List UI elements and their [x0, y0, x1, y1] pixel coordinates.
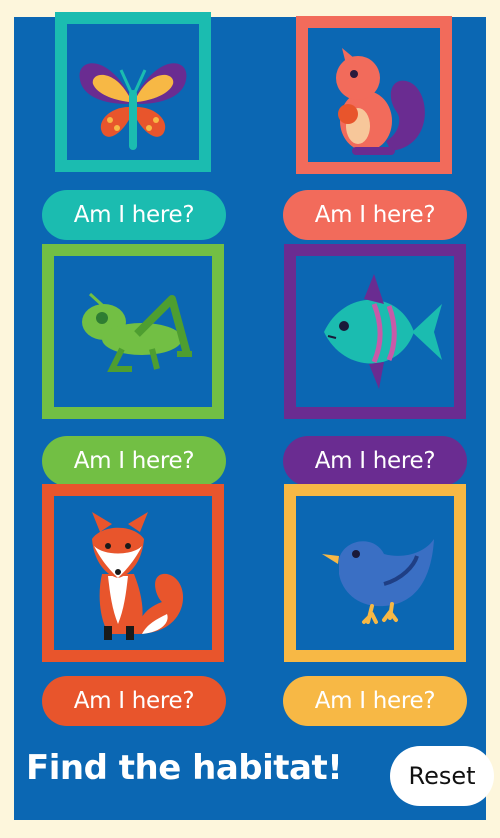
- am-i-here-button-1[interactable]: Am I here?: [42, 190, 226, 240]
- grasshopper-icon: [42, 244, 224, 419]
- am-i-here-button-2[interactable]: Am I here?: [283, 190, 467, 240]
- grasshopper-card[interactable]: [42, 244, 224, 419]
- fish-card[interactable]: [284, 244, 466, 419]
- butterfly-card[interactable]: [55, 12, 211, 172]
- butterfly-icon: [55, 12, 211, 172]
- page-title: Find the habitat!: [26, 748, 343, 788]
- am-i-here-button-3[interactable]: Am I here?: [42, 436, 226, 486]
- bird-card[interactable]: [284, 484, 466, 662]
- fox-icon: [42, 484, 224, 662]
- fox-card[interactable]: [42, 484, 224, 662]
- squirrel-card[interactable]: [296, 16, 452, 174]
- bird-icon: [284, 484, 466, 662]
- am-i-here-button-6[interactable]: Am I here?: [283, 676, 467, 726]
- am-i-here-button-5[interactable]: Am I here?: [42, 676, 226, 726]
- am-i-here-button-4[interactable]: Am I here?: [283, 436, 467, 486]
- fish-icon: [284, 244, 466, 419]
- squirrel-icon: [296, 16, 452, 174]
- reset-button[interactable]: Reset: [390, 746, 494, 806]
